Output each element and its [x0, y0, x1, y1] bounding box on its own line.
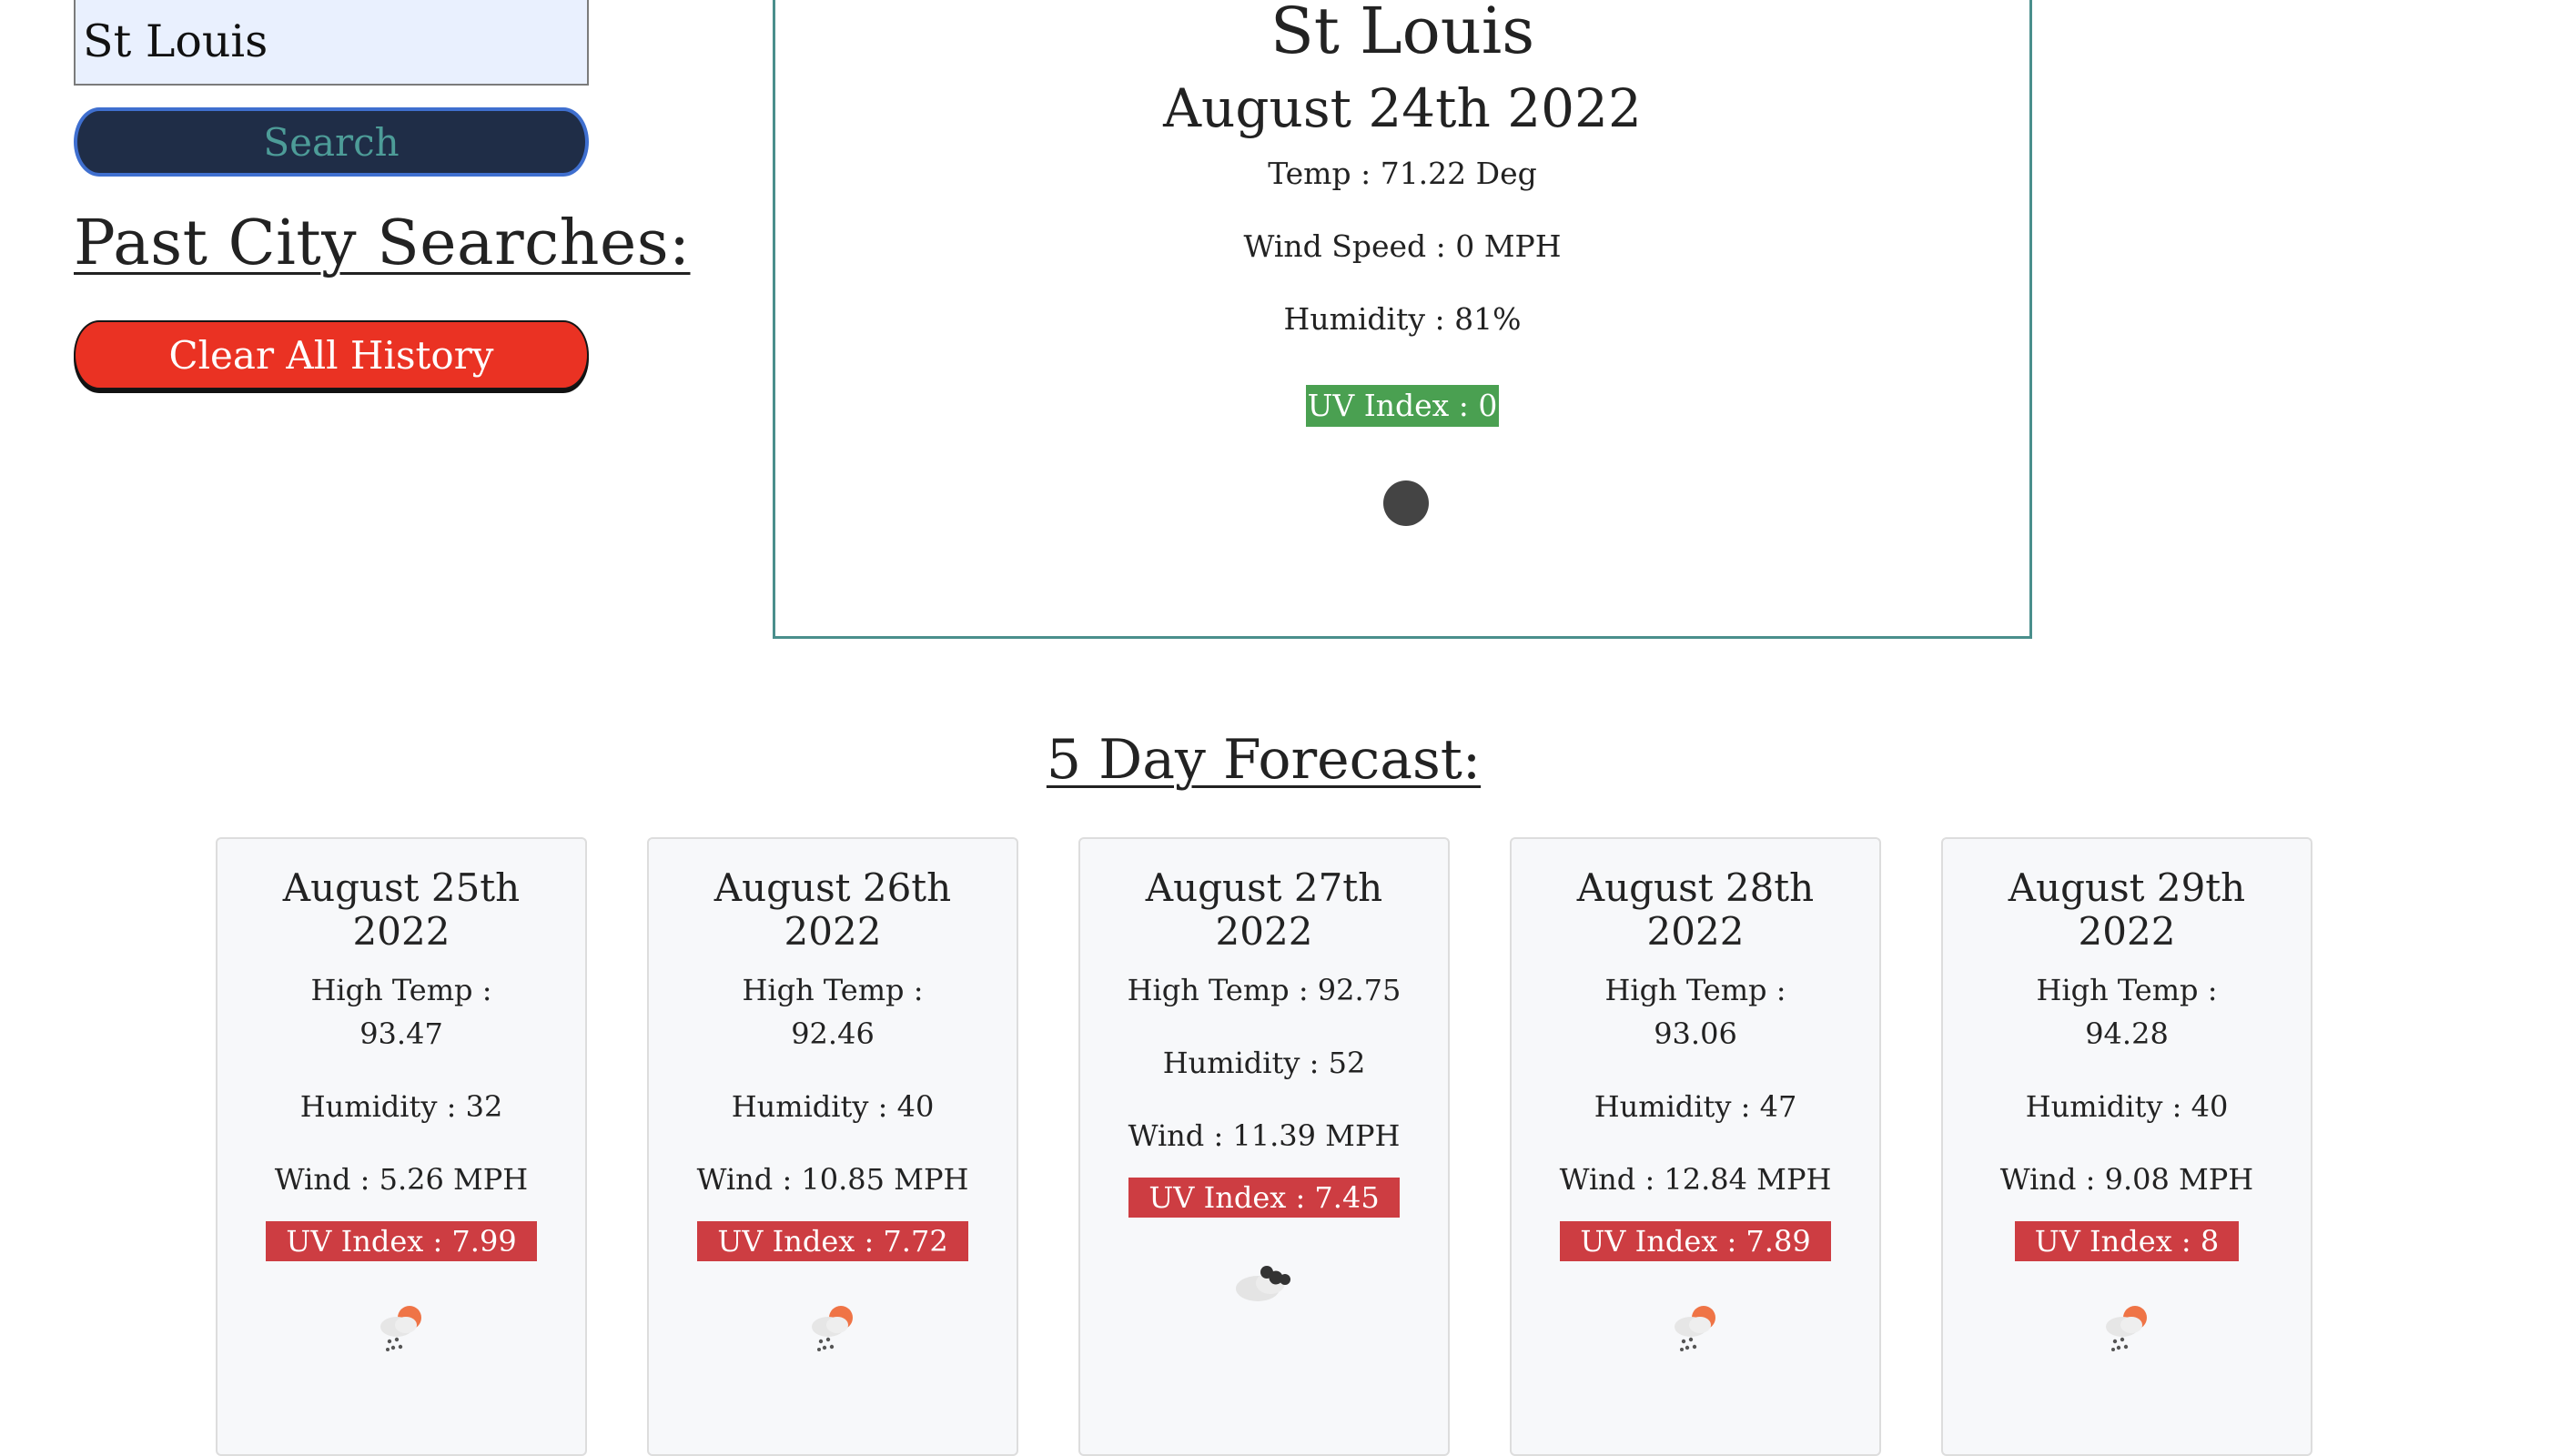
- current-weather-card: St Louis August 24th 2022 Temp : 71.22 D…: [773, 0, 2032, 639]
- forecast-date: August 25th 2022: [282, 865, 521, 954]
- forecast-card: August 29th 2022 High Temp : 94.28 Humid…: [1941, 837, 2312, 1456]
- forecast-high-temp: High Temp : 93.06: [1604, 973, 1786, 1051]
- forecast-card: August 28th 2022 High Temp : 93.06 Humid…: [1510, 837, 1881, 1456]
- forecast-card: August 26th 2022 High Temp : 92.46 Humid…: [647, 837, 1018, 1456]
- current-uv-row: UV Index : 0: [775, 385, 2029, 427]
- search-button[interactable]: Search: [74, 107, 589, 177]
- forecast-date: August 29th 2022: [2008, 865, 2246, 954]
- current-humidity: Humidity : 81%: [1283, 301, 1522, 337]
- forecast-wind: Wind : 11.39 MPH: [1128, 1118, 1401, 1153]
- rain-sun-icon: [1664, 1301, 1727, 1356]
- forecast-date: August 27th 2022: [1145, 865, 1383, 954]
- forecast-heading: 5 Day Forecast:: [1046, 728, 1482, 792]
- forecast-high-temp: High Temp : 93.47: [310, 973, 492, 1051]
- forecast-humidity: Humidity : 52: [1162, 1046, 1366, 1080]
- past-searches-heading: Past City Searches:: [74, 207, 691, 279]
- forecast-uv-row: UV Index : 7.45: [1080, 1178, 1448, 1218]
- forecast-date: August 28th 2022: [1576, 865, 1815, 954]
- forecast-wind: Wind : 10.85 MPH: [696, 1162, 969, 1197]
- forecast-uv-badge: UV Index : 7.72: [697, 1221, 968, 1261]
- rain-sun-icon: [801, 1301, 865, 1356]
- forecast-high-temp: High Temp : 94.28: [2036, 973, 2218, 1051]
- rain-sun-icon: [369, 1301, 433, 1356]
- current-wind: Wind Speed : 0 MPH: [1243, 228, 1562, 264]
- forecast-card: August 27th 2022 High Temp : 92.75 Humid…: [1078, 837, 1450, 1456]
- rain-sun-icon: [2095, 1301, 2159, 1356]
- current-temp: Temp : 71.22 Deg: [1268, 156, 1537, 191]
- current-date: August 24th 2022: [1163, 77, 1642, 139]
- forecast-uv-badge: UV Index : 7.45: [1128, 1178, 1400, 1218]
- current-uv-badge: UV Index : 0: [1305, 385, 1500, 427]
- forecast-uv-row: UV Index : 8: [1943, 1221, 2311, 1261]
- cloud-icon: [1232, 1254, 1296, 1309]
- clear-history-button[interactable]: Clear All History: [74, 320, 589, 389]
- forecast-humidity: Humidity : 32: [299, 1089, 503, 1124]
- forecast-uv-badge: UV Index : 8: [2014, 1221, 2240, 1261]
- forecast-uv-badge: UV Index : 7.99: [266, 1221, 537, 1261]
- forecast-high-temp: High Temp : 92.75: [1127, 973, 1401, 1007]
- forecast-uv-row: UV Index : 7.99: [218, 1221, 585, 1261]
- forecast-humidity: Humidity : 40: [2025, 1089, 2229, 1124]
- forecast-uv-row: UV Index : 7.72: [649, 1221, 1017, 1261]
- forecast-humidity: Humidity : 40: [731, 1089, 935, 1124]
- forecast-wind: Wind : 9.08 MPH: [1999, 1162, 2254, 1197]
- forecast-wind: Wind : 5.26 MPH: [274, 1162, 529, 1197]
- dark-circle-icon: [1383, 480, 1429, 526]
- forecast-wind: Wind : 12.84 MPH: [1559, 1162, 1832, 1197]
- forecast-uv-row: UV Index : 7.89: [1512, 1221, 1879, 1261]
- current-city-name: St Louis: [1270, 0, 1535, 68]
- forecast-date: August 26th 2022: [713, 865, 952, 954]
- forecast-high-temp: High Temp : 92.46: [742, 973, 924, 1051]
- forecast-humidity: Humidity : 47: [1594, 1089, 1797, 1124]
- city-search-input[interactable]: [74, 0, 589, 86]
- forecast-uv-badge: UV Index : 7.89: [1560, 1221, 1831, 1261]
- forecast-card: August 25th 2022 High Temp : 93.47 Humid…: [216, 837, 587, 1456]
